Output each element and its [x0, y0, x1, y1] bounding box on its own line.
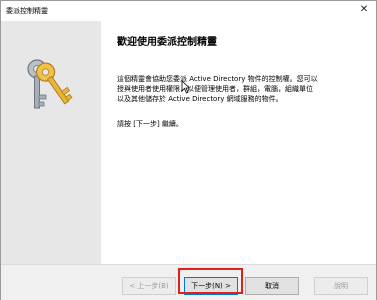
next-button-highlight	[178, 268, 243, 294]
description-line: 這個精靈會協助您委派 Active Directory 物件的控制權。您可以	[117, 75, 318, 83]
instruction-text: 請按 [下一步] 繼續。	[117, 120, 183, 128]
keys-icon	[27, 59, 73, 109]
help-button[interactable]: 說明	[314, 277, 368, 295]
mouse-cursor-icon	[181, 80, 191, 94]
wizard-content: 歡迎使用委派控制精靈 這個精靈會協助您委派 Active Directory 物…	[101, 21, 376, 264]
wizard-side-panel	[1, 21, 101, 264]
wizard-description: 這個精靈會協助您委派 Active Directory 物件的控制權。您可以 授…	[117, 74, 367, 104]
wizard-window: 委派控制精靈 ✕ 歡迎使用委派控制精靈 這個精靈會協助您委派 Active Di…	[0, 0, 377, 300]
close-icon[interactable]: ✕	[358, 4, 370, 16]
cancel-button[interactable]: 取消	[245, 277, 299, 295]
back-button[interactable]: < 上一步(B)	[122, 277, 176, 295]
title-bar[interactable]: 委派控制精靈 ✕	[1, 1, 376, 21]
description-line: 以及其他儲存於 Active Directory 網域服務的物件。	[117, 95, 283, 103]
page-title: 歡迎使用委派控制精靈	[117, 37, 217, 48]
description-line: 授與使用者使用權限，以便管理使用者，群組，電腦，組織單位	[117, 85, 313, 93]
window-title: 委派控制精靈	[6, 7, 48, 15]
